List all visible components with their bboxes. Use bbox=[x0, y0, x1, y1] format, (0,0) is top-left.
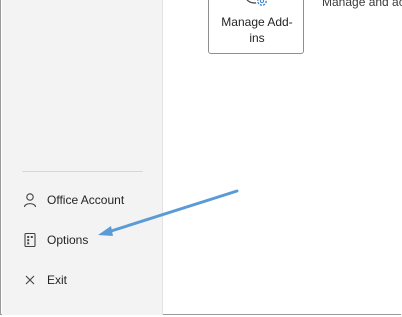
manage-addins-button[interactable]: Manage Add- ins bbox=[208, 0, 304, 54]
sidebar-item-options[interactable]: Options bbox=[16, 225, 150, 255]
sidebar-divider bbox=[22, 171, 143, 172]
sidebar-item-label: Exit bbox=[47, 273, 68, 287]
backstage-sidebar: Office Account Options Exit bbox=[2, 0, 163, 315]
backstage-window: Office Account Options Exit Manage Add- … bbox=[0, 0, 402, 315]
sidebar-item-label: Office Account bbox=[47, 193, 125, 207]
sidebar-item-office-account[interactable]: Office Account bbox=[16, 185, 150, 215]
sidebar-item-exit[interactable]: Exit bbox=[16, 265, 150, 295]
person-icon bbox=[18, 190, 42, 210]
manage-addins-label: Manage Add- ins bbox=[221, 15, 293, 45]
close-icon bbox=[18, 270, 42, 290]
options-icon bbox=[18, 230, 42, 250]
sidebar-item-label: Options bbox=[47, 233, 89, 247]
addins-description: Manage and ac bbox=[322, 0, 402, 9]
addins-gear-icon bbox=[242, 0, 274, 11]
